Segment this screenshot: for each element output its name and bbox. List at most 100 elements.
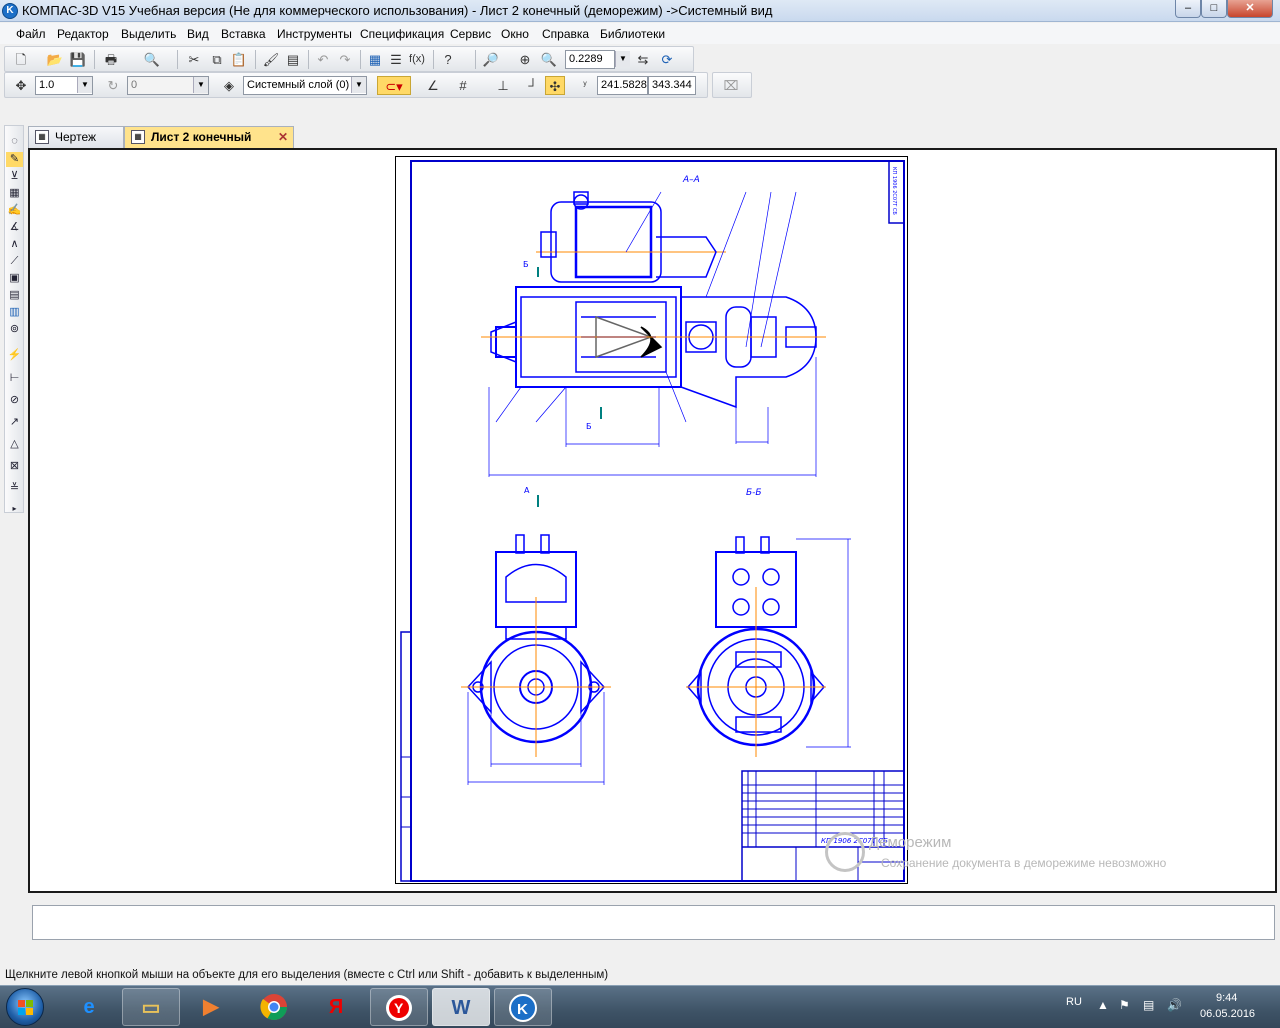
kompas-app-icon[interactable]: K: [2, 3, 18, 19]
volume-icon[interactable]: 🔊: [1167, 998, 1182, 1012]
copy-icon[interactable]: ⧉: [207, 50, 227, 69]
context-help-icon[interactable]: ?: [438, 50, 458, 69]
angle-dropdown-icon[interactable]: ▼: [193, 77, 208, 93]
variables-icon[interactable]: ☰: [386, 50, 406, 69]
arc-icon[interactable]: ↗: [6, 415, 23, 430]
zoom-in-icon[interactable]: 🔍: [539, 50, 559, 69]
explorer-icon[interactable]: ▭: [122, 988, 180, 1026]
maximize-button[interactable]: □: [1201, 0, 1227, 18]
save-icon[interactable]: 💾: [68, 50, 88, 69]
grid-tool-icon[interactable]: ▦: [6, 186, 23, 201]
language-indicator[interactable]: RU: [1066, 996, 1082, 1008]
menu-specification[interactable]: Спецификация: [360, 27, 444, 41]
tab-drawing[interactable]: ▦ Чертеж: [28, 126, 124, 148]
paste-icon[interactable]: 📋: [229, 50, 249, 69]
close-button[interactable]: ✕: [1227, 0, 1273, 18]
spec-icon[interactable]: ▤: [6, 288, 23, 303]
step-dropdown-icon[interactable]: ▼: [77, 77, 92, 93]
title-block: [741, 770, 905, 882]
bracket-icon[interactable]: ⊠: [6, 459, 23, 474]
word-icon[interactable]: W: [432, 988, 490, 1026]
menu-select[interactable]: Выделить: [121, 27, 176, 41]
kompas-icon[interactable]: K: [494, 988, 552, 1026]
edit-icon[interactable]: ✍: [6, 203, 23, 218]
media-player-icon[interactable]: ▶: [182, 988, 240, 1026]
refresh-icon[interactable]: ⟳: [657, 50, 677, 69]
ie-icon[interactable]: e: [60, 988, 118, 1026]
table-icon[interactable]: ▣: [6, 271, 23, 286]
action-center-icon[interactable]: ⚑: [1119, 998, 1130, 1012]
minimize-button[interactable]: –: [1175, 0, 1201, 18]
snap-magnet-icon[interactable]: ⊂▾: [377, 76, 411, 95]
print-preview-icon[interactable]: 🔍: [142, 50, 162, 69]
print-icon[interactable]: 🖶: [101, 50, 121, 69]
report-icon[interactable]: ▥: [6, 305, 23, 320]
ortho-icon[interactable]: ∠: [423, 76, 443, 95]
grid-icon[interactable]: #: [453, 76, 473, 95]
show-hidden-icons-icon[interactable]: ▲: [1097, 998, 1109, 1012]
circle-icon[interactable]: ⊘: [6, 393, 23, 408]
clock-date[interactable]: 06.05.2016: [1200, 1008, 1255, 1020]
properties-panel[interactable]: [32, 905, 1275, 940]
zoom-fit-icon[interactable]: ⊕: [515, 50, 535, 69]
coord-x-field[interactable]: 241.5828: [597, 76, 648, 95]
menu-view[interactable]: Вид: [187, 27, 209, 41]
menu-help[interactable]: Справка: [542, 27, 589, 41]
chrome-icon[interactable]: [245, 988, 303, 1026]
zoom-dropdown-icon[interactable]: ▼: [615, 51, 630, 67]
clock-time[interactable]: 9:44: [1216, 992, 1237, 1004]
preview-icon[interactable]: ⌧: [721, 76, 741, 95]
new-document-icon[interactable]: 🗋: [11, 50, 31, 69]
insert-icon[interactable]: ⊚: [6, 322, 23, 337]
zoom-window-icon[interactable]: 🔎: [481, 50, 501, 69]
parametric-icon[interactable]: ∡: [6, 220, 23, 235]
measure-icon[interactable]: ⟋: [6, 254, 23, 269]
sheet-frame: [410, 160, 905, 882]
hatch-icon[interactable]: ≚: [6, 481, 23, 496]
ortho-mode-icon[interactable]: ┘: [523, 76, 543, 95]
geometry-icon[interactable]: ◌: [6, 134, 23, 149]
local-cs-icon[interactable]: ⊥: [493, 76, 513, 95]
tab-close-icon[interactable]: ✕: [278, 127, 288, 147]
select-icon[interactable]: ✎: [6, 152, 23, 167]
tab-sheet-2[interactable]: ▦ Лист 2 конечный ✕: [124, 126, 294, 148]
manager-icon[interactable]: ▦: [365, 50, 385, 69]
yandex-icon[interactable]: Я: [307, 988, 365, 1026]
layer-dropdown-icon[interactable]: ▼: [351, 77, 366, 93]
linear-dim-icon[interactable]: ⊢: [6, 371, 23, 386]
menu-bar: Файл Редактор Выделить Вид Вставка Инстр…: [0, 23, 1280, 44]
yandex-browser-icon[interactable]: Y: [370, 988, 428, 1026]
properties-icon[interactable]: ▤: [283, 50, 303, 69]
demo-title: Деморежим: [869, 834, 952, 851]
start-button[interactable]: [6, 988, 44, 1026]
undo-icon[interactable]: ↶: [313, 50, 333, 69]
zoom-level-input[interactable]: 0.2289: [565, 50, 615, 69]
layer-input[interactable]: Системный слой (0): [243, 76, 367, 95]
drawing-canvas[interactable]: А–А Б Б А Б-Б КП 1906 2С07Т СБ КП 1906 2…: [28, 148, 1277, 893]
menu-tools[interactable]: Инструменты: [277, 27, 352, 41]
format-painter-icon[interactable]: 🖌: [261, 50, 281, 69]
menu-libraries[interactable]: Библиотеки: [600, 27, 665, 41]
cut-icon[interactable]: ✂: [184, 50, 204, 69]
more-tools-icon[interactable]: ▸: [6, 501, 23, 516]
menu-window[interactable]: Окно: [501, 27, 529, 41]
formula-icon[interactable]: f(x): [407, 50, 427, 69]
redo-icon[interactable]: ↷: [335, 50, 355, 69]
triangle-icon[interactable]: △: [6, 437, 23, 452]
layer-icon: ◈: [224, 78, 234, 93]
auto-line-icon[interactable]: ⚡: [6, 348, 23, 363]
angle-tool-icon[interactable]: ∧: [6, 237, 23, 252]
menu-service[interactable]: Сервис: [450, 27, 491, 41]
network-icon[interactable]: ▤: [1143, 998, 1154, 1012]
menu-insert[interactable]: Вставка: [221, 27, 266, 41]
drawing-sheet[interactable]: А–А Б Б А Б-Б КП 1906 2С07Т СБ КП 1906 2…: [395, 156, 908, 884]
pan-icon[interactable]: ⇆: [633, 50, 653, 69]
cursor-snap-icon[interactable]: ✣: [545, 76, 565, 95]
coord-y-field[interactable]: 343.344: [648, 76, 696, 95]
open-icon[interactable]: 📂: [45, 50, 65, 69]
tab-sheet-2-label: Лист 2 конечный: [151, 130, 252, 144]
menu-file[interactable]: Файл: [16, 27, 46, 41]
menu-editor[interactable]: Редактор: [57, 27, 109, 41]
dimensions-icon[interactable]: ⊻: [6, 169, 23, 184]
section-bb-label: Б-Б: [746, 488, 762, 498]
